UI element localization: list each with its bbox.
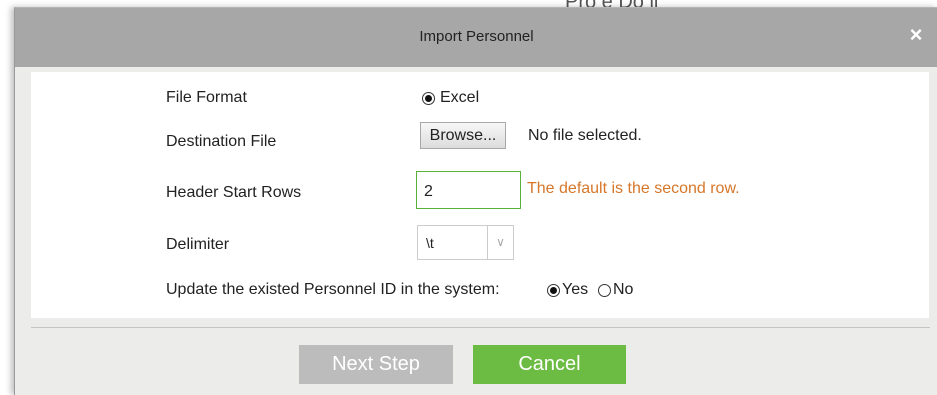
dialog-title: Import Personnel — [419, 28, 534, 45]
file-format-excel-radio[interactable] — [422, 92, 435, 105]
dialog-titlebar: Import Personnel × — [15, 8, 937, 67]
header-start-rows-label: Header Start Rows — [166, 184, 302, 201]
file-format-excel-label: Excel — [440, 89, 480, 106]
cancel-button[interactable]: Cancel — [473, 345, 626, 384]
update-existing-label: Update the existed Personnel ID in the s… — [166, 281, 500, 298]
file-status-text: No file selected. — [528, 127, 642, 144]
next-step-button[interactable]: Next Step — [299, 345, 453, 384]
dialog-content: File Format Excel Destination File Brows… — [31, 72, 929, 318]
header-start-rows-hint: The default is the second row. — [527, 180, 740, 197]
header-start-rows-input[interactable]: 2 — [416, 171, 521, 209]
file-format-label: File Format — [166, 89, 247, 106]
close-icon[interactable]: × — [904, 23, 928, 47]
import-personnel-dialog: Import Personnel × File Format Excel Des… — [14, 7, 937, 395]
update-yes-label: Yes — [562, 281, 589, 298]
destination-file-label: Destination File — [166, 133, 277, 150]
browse-button[interactable]: Browse... — [420, 122, 506, 149]
delimiter-label: Delimiter — [166, 236, 230, 253]
footer-divider — [31, 327, 930, 328]
chevron-down-icon[interactable]: ∨ — [487, 226, 513, 259]
delimiter-value: \t — [426, 235, 434, 251]
delimiter-select[interactable]: \t ∨ — [417, 225, 514, 260]
update-no-label: No — [613, 281, 634, 298]
update-no-radio[interactable] — [598, 284, 611, 297]
update-yes-radio[interactable] — [547, 284, 560, 297]
